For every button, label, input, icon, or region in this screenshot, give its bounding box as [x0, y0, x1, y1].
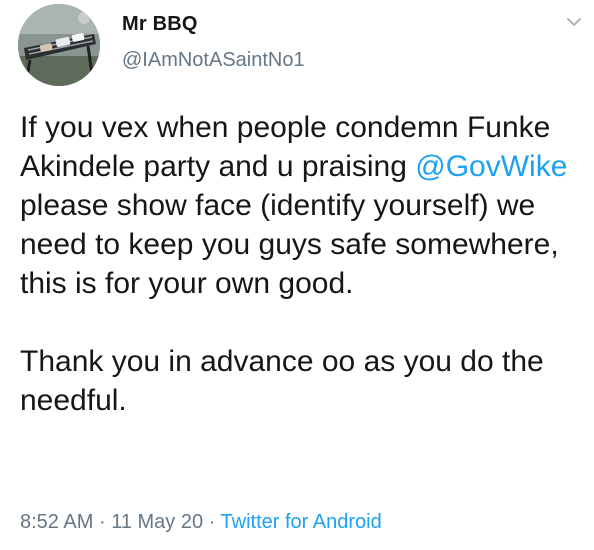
- tweet-paragraph: If you vex when people condemn Funke Aki…: [20, 108, 580, 303]
- tweet-paragraph: Thank you in advance oo as you do the ne…: [20, 345, 544, 417]
- display-name[interactable]: Mr BBQ: [122, 12, 305, 36]
- tweet-metadata: 8:52 AM · 11 May 20 · Twitter for Androi…: [20, 510, 382, 534]
- avatar[interactable]: [18, 4, 100, 86]
- tweet-text: If you vex when people condemn Funke Aki…: [20, 108, 580, 420]
- tweet-card: Mr BBQ @IAmNotASaintNo1 If you vex when …: [0, 0, 594, 550]
- meta-separator: ·: [208, 511, 216, 533]
- source-link[interactable]: Twitter for Android: [221, 511, 382, 533]
- meta-separator: ·: [98, 511, 106, 533]
- mention-link[interactable]: @GovWike: [415, 150, 567, 183]
- tweet-date[interactable]: 11 May 20: [111, 511, 203, 533]
- bbq-grill-photo: [18, 4, 100, 86]
- chevron-down-icon[interactable]: [564, 12, 584, 32]
- user-handle[interactable]: @IAmNotASaintNo1: [122, 48, 305, 72]
- author-block: Mr BBQ @IAmNotASaintNo1: [122, 12, 305, 72]
- tweet-text-segment: please show face (identify yourself) we …: [20, 189, 559, 300]
- tweet-time[interactable]: 8:52 AM: [20, 511, 93, 533]
